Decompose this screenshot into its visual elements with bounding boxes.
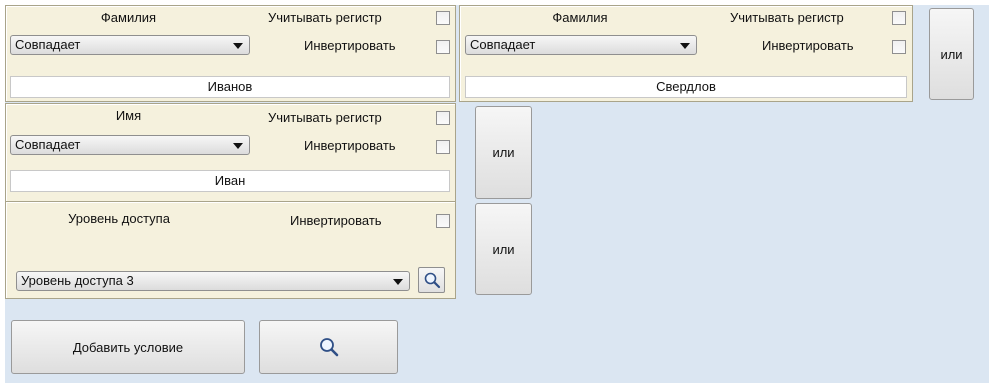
or-button[interactable]: или <box>929 8 974 100</box>
match-mode-value: Совпадает <box>470 37 536 52</box>
match-mode-select[interactable]: Совпадает <box>10 135 250 155</box>
case-sensitive-label: Учитывать регистр <box>268 110 382 125</box>
case-sensitive-checkbox[interactable] <box>436 111 450 125</box>
filter-panel-surname-2: Фамилия Учитывать регистр Совпадает Инве… <box>459 5 913 102</box>
case-sensitive-checkbox[interactable] <box>892 11 906 25</box>
case-sensitive-label: Учитывать регистр <box>730 10 844 25</box>
search-icon <box>319 338 338 357</box>
chevron-down-icon <box>233 143 243 149</box>
or-button[interactable]: или <box>475 203 532 295</box>
filter-panel-surname-1: Фамилия Учитывать регистр Совпадает Инве… <box>5 5 456 102</box>
invert-label: Инвертировать <box>304 38 396 53</box>
chevron-down-icon <box>233 43 243 49</box>
access-level-select[interactable]: Уровень доступа 3 <box>16 271 410 291</box>
first-name-value-field[interactable]: Иван <box>10 170 450 192</box>
invert-label: Инвертировать <box>762 38 854 53</box>
search-button[interactable] <box>259 320 398 374</box>
filter-title: Фамилия <box>552 10 608 25</box>
match-mode-value: Совпадает <box>15 137 81 152</box>
search-icon <box>424 272 440 289</box>
invert-label: Инвертировать <box>290 213 382 228</box>
filter-panel-name: Имя Учитывать регистр Совпадает Инвертир… <box>5 103 456 202</box>
invert-checkbox[interactable] <box>436 214 450 228</box>
invert-checkbox[interactable] <box>892 40 906 54</box>
match-mode-select[interactable]: Совпадает <box>10 35 250 55</box>
chevron-down-icon <box>393 279 403 285</box>
access-level-value: Уровень доступа 3 <box>21 273 134 288</box>
filter-title: Фамилия <box>100 10 157 25</box>
filter-title: Уровень доступа <box>68 211 170 226</box>
match-mode-value: Совпадает <box>15 37 81 52</box>
add-condition-button[interactable]: Добавить условие <box>11 320 245 374</box>
invert-label: Инвертировать <box>304 138 396 153</box>
filter-area: Фамилия Учитывать регистр Совпадает Инве… <box>5 5 989 383</box>
invert-checkbox[interactable] <box>436 140 450 154</box>
surname-value-field[interactable]: Иванов <box>10 76 450 98</box>
filter-panel-access-level: Уровень доступа Инвертировать Уровень до… <box>5 201 456 299</box>
access-level-search-button[interactable] <box>418 267 445 293</box>
case-sensitive-label: Учитывать регистр <box>268 10 382 25</box>
or-button[interactable]: или <box>475 106 532 199</box>
match-mode-select[interactable]: Совпадает <box>465 35 697 55</box>
case-sensitive-checkbox[interactable] <box>436 11 450 25</box>
invert-checkbox[interactable] <box>436 40 450 54</box>
surname-value-field[interactable]: Свердлов <box>465 76 907 98</box>
filter-title: Имя <box>115 108 142 123</box>
chevron-down-icon <box>680 43 690 49</box>
